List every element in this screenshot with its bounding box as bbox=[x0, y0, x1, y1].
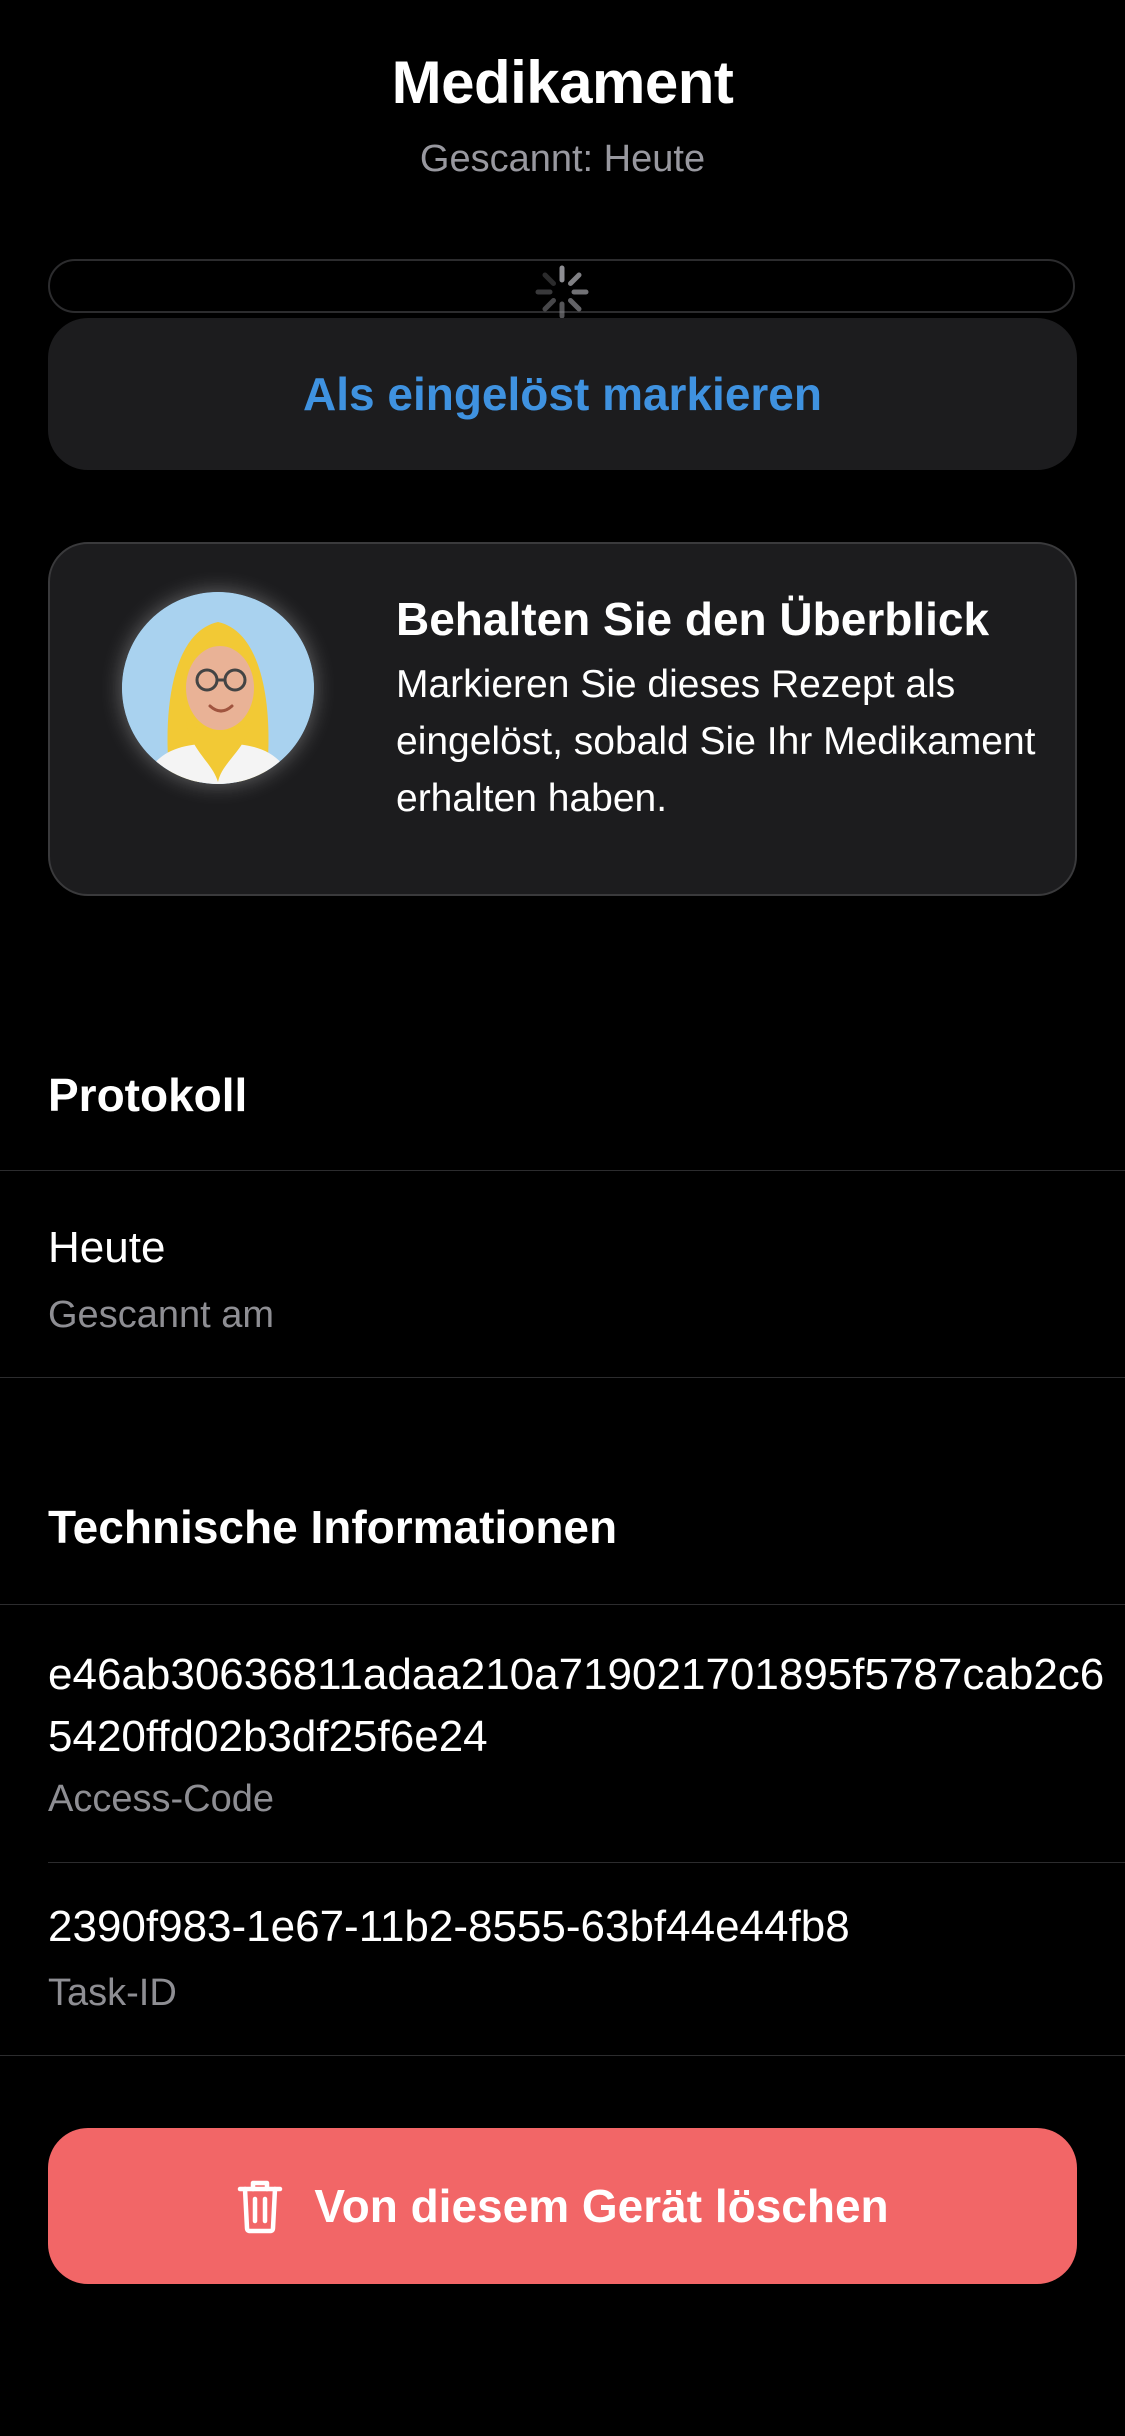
delete-label: Von diesem Gerät löschen bbox=[314, 2180, 889, 2232]
task-id-label: Task-ID bbox=[48, 1972, 177, 2014]
divider bbox=[48, 1862, 1125, 1863]
technical-section-header: Technische Informationen bbox=[48, 1501, 618, 1553]
loading-spinner-icon bbox=[535, 265, 589, 319]
divider bbox=[0, 1604, 1125, 1605]
mark-redeemed-label: Als eingelöst markieren bbox=[303, 368, 822, 420]
access-code-label: Access-Code bbox=[48, 1778, 274, 1820]
page-subtitle: Gescannt: Heute bbox=[419, 138, 706, 180]
info-card-title: Behalten Sie den Überblick bbox=[396, 593, 990, 645]
delete-button[interactable]: Von diesem Gerät löschen bbox=[48, 2128, 1077, 2284]
scan-date-label: Gescannt am bbox=[48, 1294, 274, 1336]
trash-icon bbox=[238, 2180, 283, 2234]
divider bbox=[0, 1170, 1125, 1171]
task-id-value[interactable]: 2390f983-1e67-11b2-8555-63bf44e44fb8 bbox=[48, 1902, 850, 1952]
scan-date-value: Heute bbox=[48, 1223, 166, 1272]
pharmacist-avatar bbox=[122, 592, 314, 784]
protocol-section-header: Protokoll bbox=[48, 1069, 248, 1121]
mark-redeemed-button[interactable]: Als eingelöst markieren bbox=[48, 318, 1077, 470]
divider bbox=[0, 2055, 1125, 2056]
info-card: Behalten Sie den Überblick Markieren Sie… bbox=[48, 542, 1077, 896]
info-card-text: Markieren Sie dieses Rezept als eingelös… bbox=[396, 663, 1036, 820]
divider bbox=[0, 1377, 1125, 1378]
access-code-value[interactable]: e46ab30636811adaa210a719021701895f5787ca… bbox=[48, 1644, 1108, 1768]
page-title: Medikament bbox=[391, 49, 734, 116]
